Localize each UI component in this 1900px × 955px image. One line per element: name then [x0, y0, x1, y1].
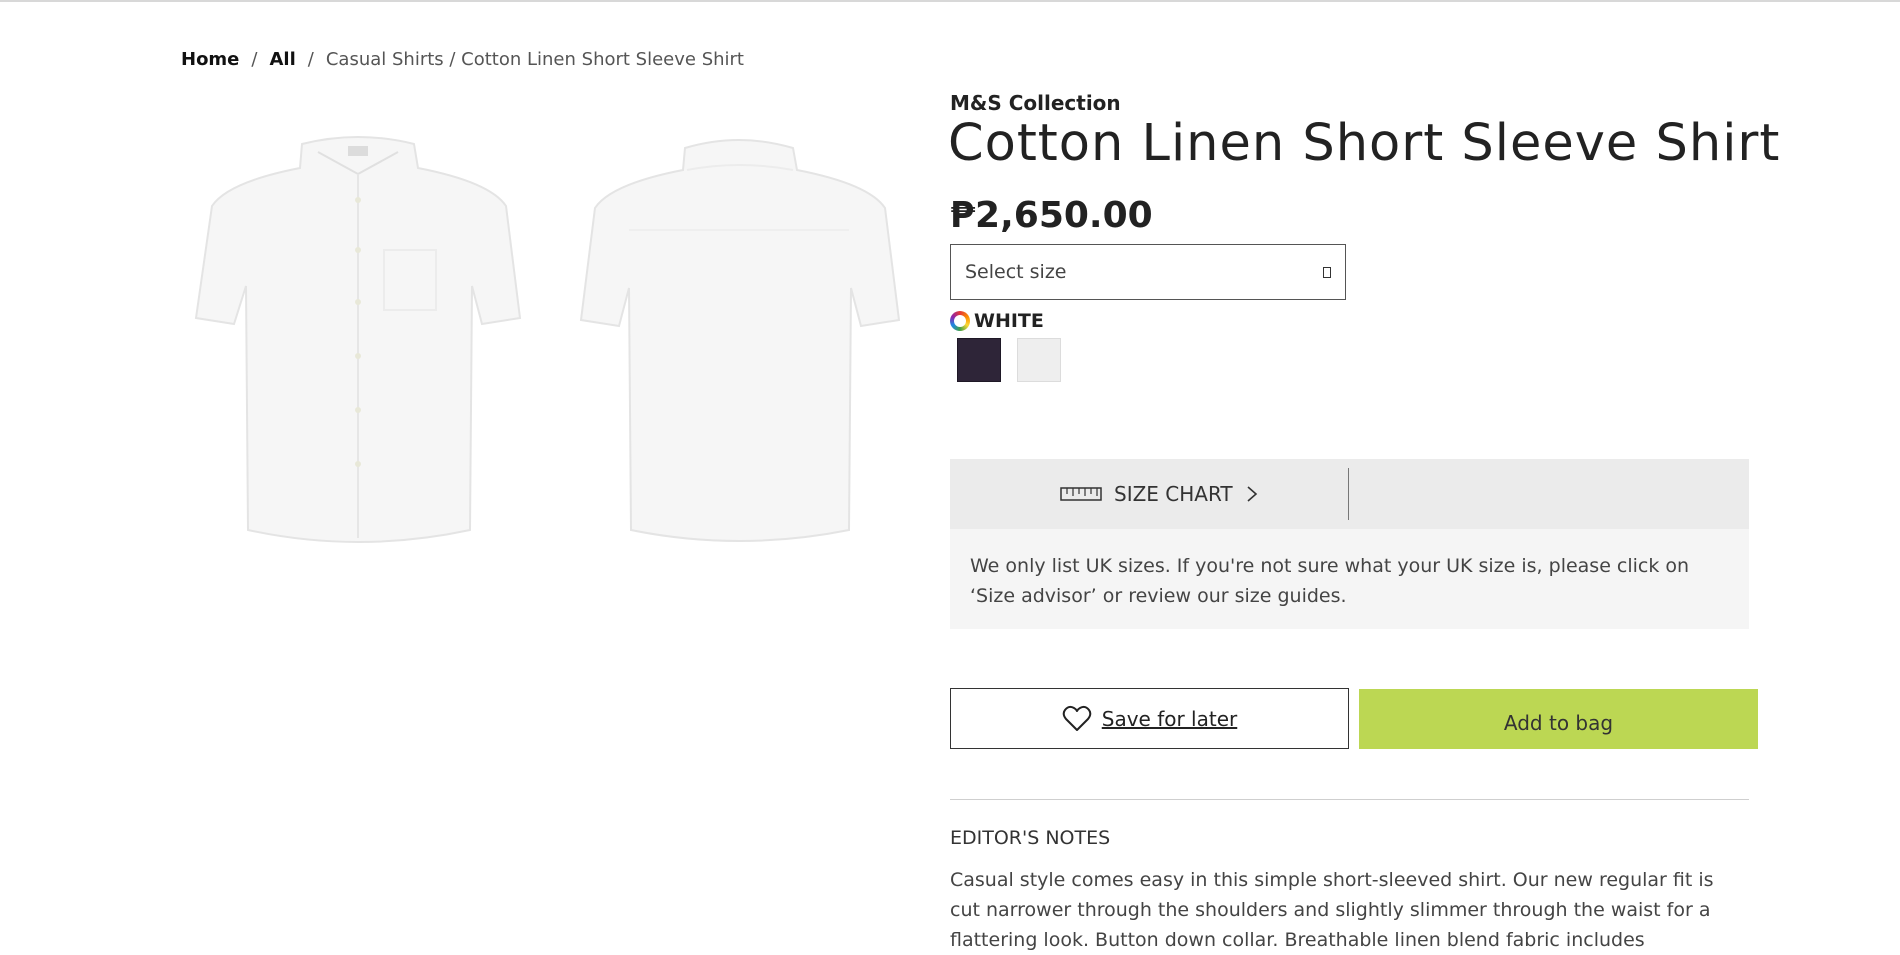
chevron-right-icon: [1247, 486, 1257, 502]
heart-icon: [1062, 705, 1092, 731]
chevron-down-icon: [1323, 266, 1331, 278]
colour-wheel-icon: [950, 311, 970, 331]
product-brand: M&S Collection: [950, 91, 1121, 115]
breadcrumb-home-link[interactable]: Home: [181, 49, 239, 70]
ruler-icon: [1060, 487, 1102, 501]
uk-size-note: We only list UK sizes. If you're not sur…: [950, 529, 1749, 629]
breadcrumb-separator: /: [307, 49, 314, 70]
editors-notes-heading: EDITOR'S NOTES: [950, 827, 1111, 849]
size-chart-link[interactable]: SIZE CHART: [1060, 459, 1259, 529]
colour-swatch-white[interactable]: [1017, 338, 1061, 382]
breadcrumb: Home / All / Casual Shirts / Cotton Linen Sh…: [181, 49, 744, 70]
product-title: Cotton Linen Short Sleeve Shirt: [948, 114, 1781, 173]
size-select-placeholder: Select size: [965, 261, 1067, 283]
size-chart-bar: SIZE CHART: [950, 459, 1749, 529]
colour-indicator: WHITE: [950, 310, 1044, 332]
size-bar-divider: [1348, 468, 1349, 520]
save-for-later-button[interactable]: Save for later: [950, 688, 1349, 749]
size-select[interactable]: Select size: [950, 244, 1346, 300]
product-price: ₱2,650.00: [950, 195, 1153, 236]
product-image-back[interactable]: [571, 130, 907, 550]
product-image-front[interactable]: [190, 130, 526, 550]
breadcrumb-current: Casual Shirts / Cotton Linen Short Sleev…: [325, 49, 744, 70]
selected-colour-label: WHITE: [974, 310, 1044, 332]
top-divider: [0, 0, 1900, 2]
section-divider: [950, 799, 1749, 800]
breadcrumb-all-link[interactable]: All: [269, 49, 295, 70]
colour-swatch-navy[interactable]: [957, 338, 1001, 382]
add-to-bag-button[interactable]: Add to bag: [1359, 689, 1758, 749]
save-for-later-label: Save for later: [1101, 706, 1238, 731]
size-chart-label: SIZE CHART: [1114, 482, 1233, 506]
breadcrumb-separator: /: [251, 49, 258, 70]
add-to-bag-label: Add to bag: [1503, 711, 1614, 735]
